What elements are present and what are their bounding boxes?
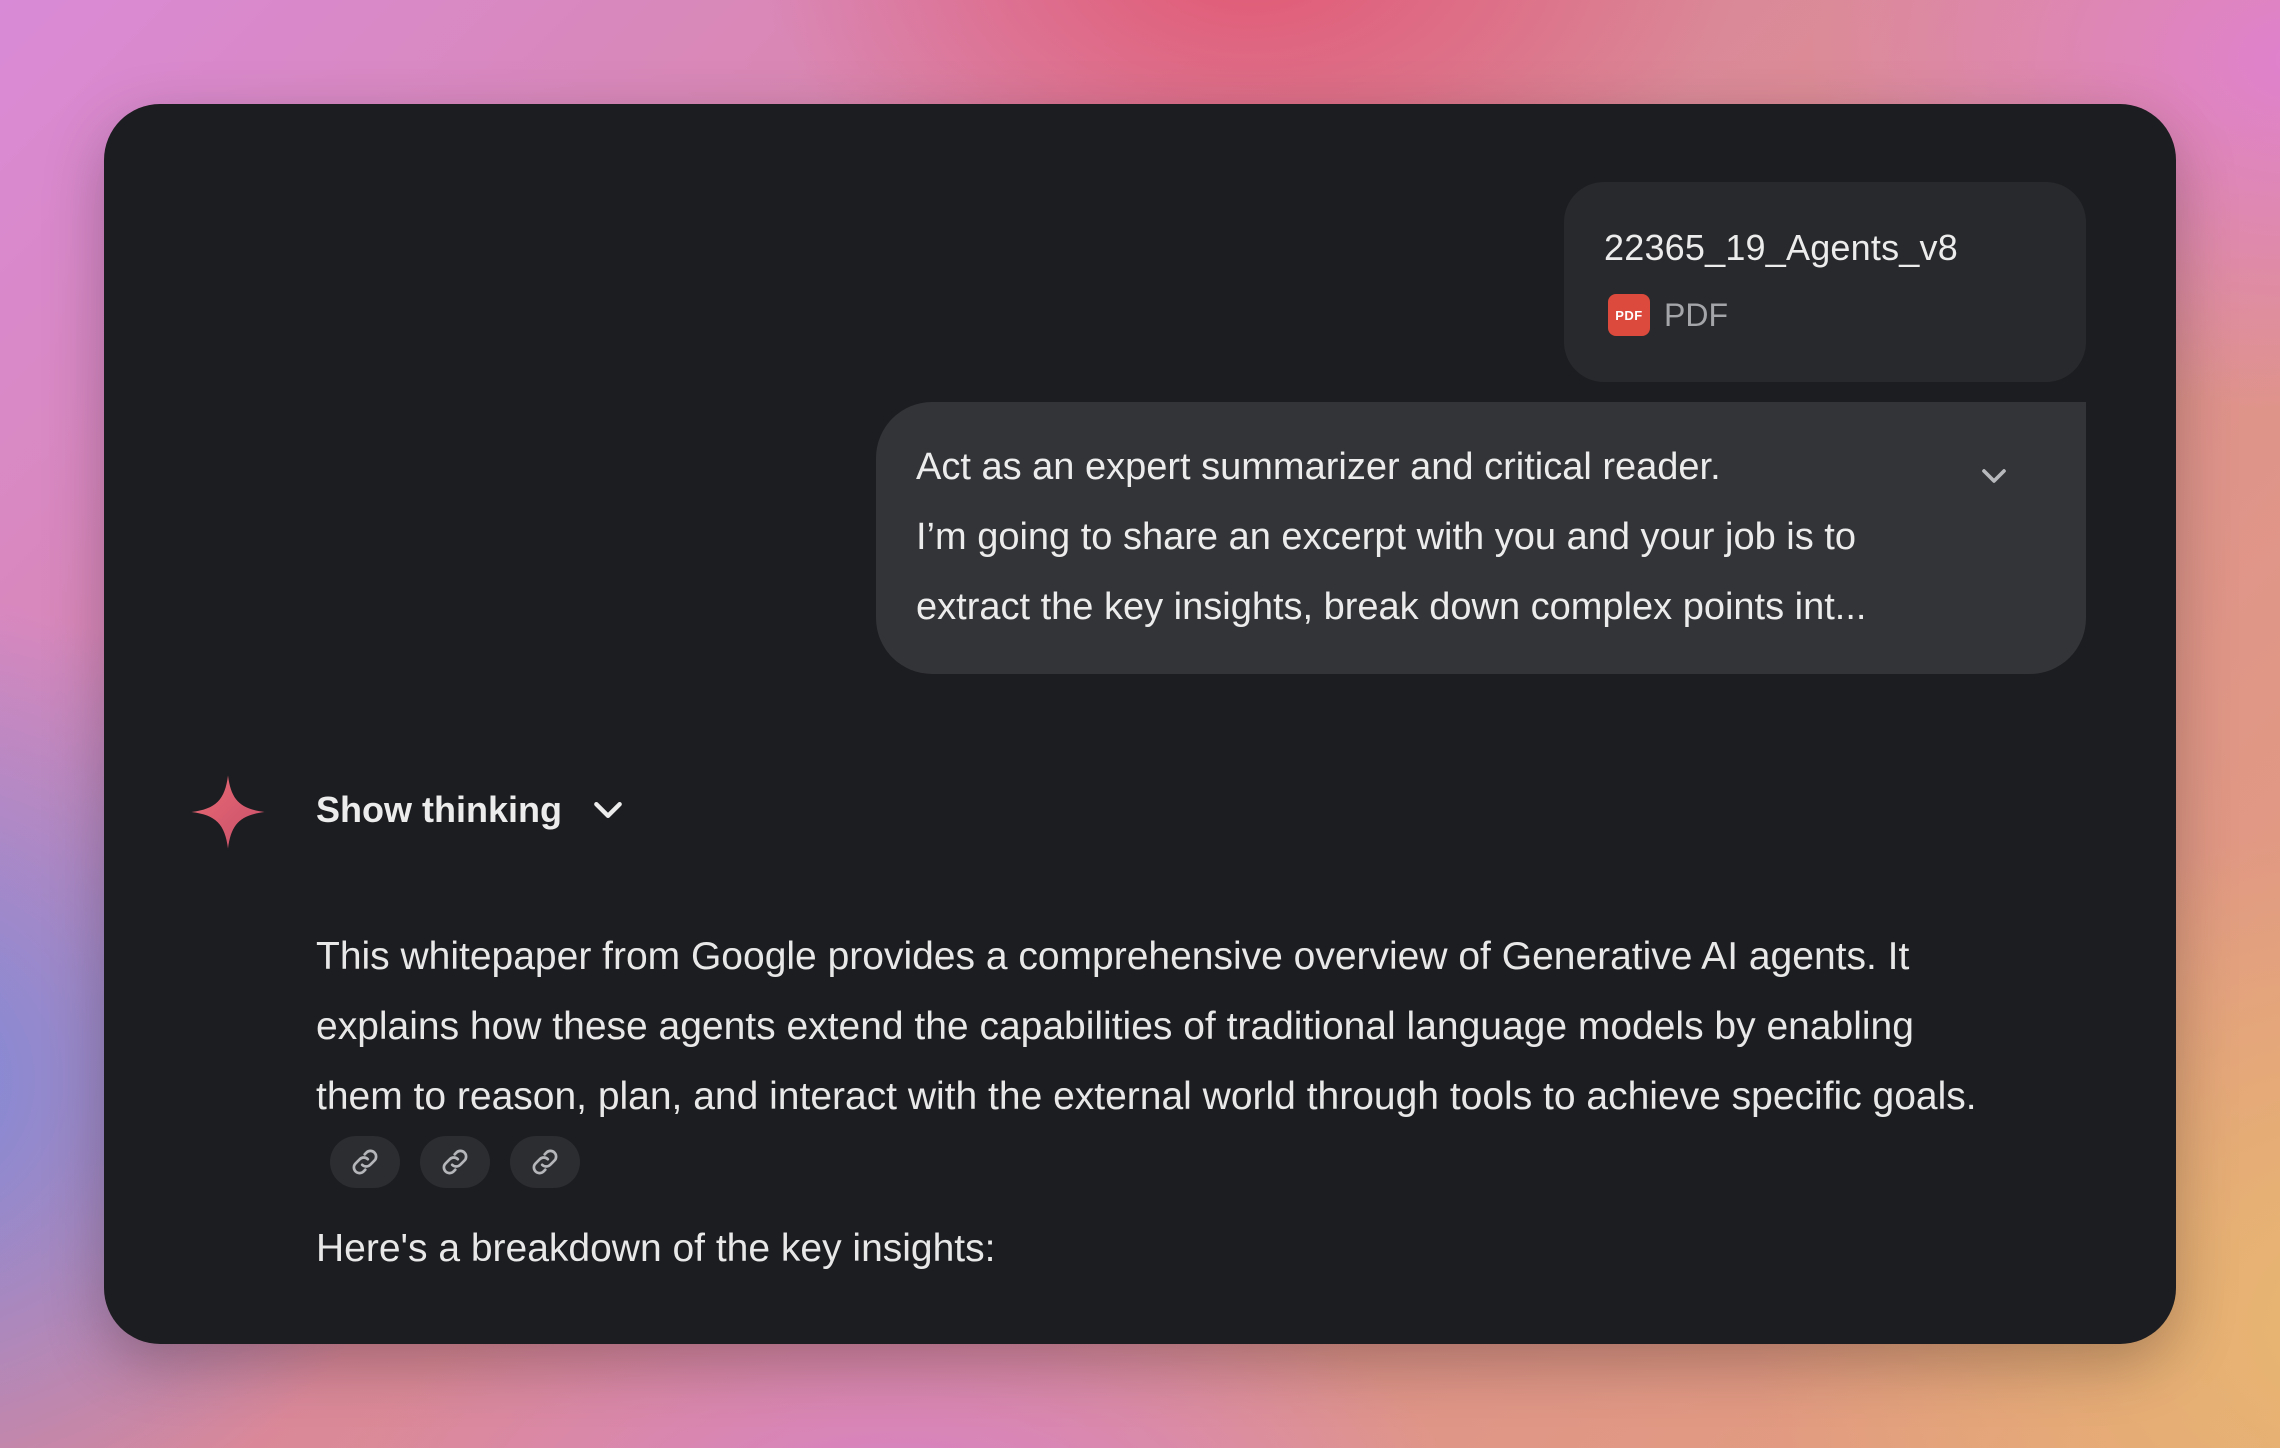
response-paragraph-line: them to reason, plan, and interact with … [316,1075,1977,1118]
attachment-file-type: PDF [1664,296,1728,333]
show-thinking-label: Show thinking [316,789,562,830]
pdf-icon: PDF [1608,294,1650,336]
source-citations [330,1136,2116,1188]
link-icon [532,1149,558,1175]
source-link-button[interactable] [510,1136,580,1188]
assistant-response: This whitepaper from Google provides a c… [316,922,2116,1284]
user-message-bubble: Act as an expert summarizer and critical… [876,402,2086,674]
source-link-button[interactable] [330,1136,400,1188]
attachment-file-name: 22365_19_Agents_v8 [1604,227,1958,268]
chevron-down-icon[interactable] [1974,456,2014,496]
attachment-meta: PDF PDF [1604,294,2046,336]
chat-window: 22365_19_Agents_v8 PDF PDF Act as an exp… [104,104,2176,1344]
gemini-spark-icon [191,775,265,849]
link-icon [442,1149,468,1175]
attachment-chip[interactable]: 22365_19_Agents_v8 PDF PDF [1564,182,2086,382]
response-paragraph-line: explains how these agents extend the cap… [316,1005,1914,1048]
link-icon [352,1149,378,1175]
response-paragraph-line: This whitepaper from Google provides a c… [316,935,1910,978]
user-message-line: I’m going to share an excerpt with you a… [916,516,1856,558]
user-message-line: Act as an expert summarizer and critical… [916,446,1721,488]
breakdown-intro: Here's a breakdown of the key insights: [316,1227,996,1270]
chevron-down-icon [594,802,622,818]
show-thinking-toggle[interactable]: Show thinking [316,786,628,834]
user-message-line: extract the key insights, break down com… [916,586,1867,628]
source-link-button[interactable] [420,1136,490,1188]
